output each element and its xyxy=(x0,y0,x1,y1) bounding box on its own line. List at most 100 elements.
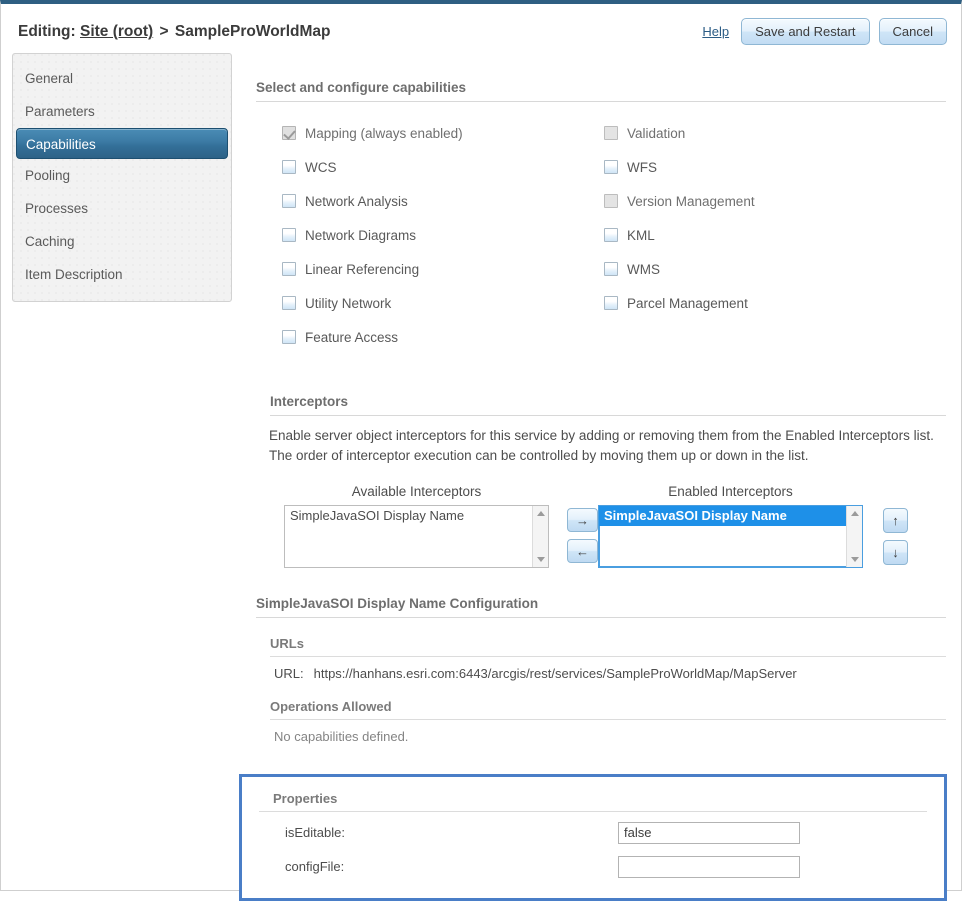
scroll-down-arrow-icon[interactable] xyxy=(537,557,545,562)
capability-label: WMS xyxy=(627,261,660,277)
urls-heading: URLs xyxy=(270,636,946,657)
interceptors-block: Interceptors Enable server object interc… xyxy=(256,394,946,568)
capability-mapping[interactable]: Mapping (always enabled) xyxy=(282,116,604,150)
capability-label: Parcel Management xyxy=(627,295,748,311)
capability-label: WFS xyxy=(627,159,657,175)
page-root: Editing: Site (root) > SampleProWorldMap… xyxy=(0,0,962,901)
property-label: configFile: xyxy=(285,859,345,874)
scroll-up-arrow-icon[interactable] xyxy=(537,511,545,516)
properties-heading: Properties xyxy=(259,791,927,812)
capability-parcel-management[interactable]: Parcel Management xyxy=(604,286,946,320)
capability-label: Network Analysis xyxy=(305,193,408,209)
scroll-down-arrow-icon[interactable] xyxy=(851,557,859,562)
list-item[interactable]: SimpleJavaSOI Display Name xyxy=(285,506,548,526)
sidebar-item-processes[interactable]: Processes xyxy=(13,192,231,225)
checkbox-parcel-management-icon[interactable] xyxy=(604,296,618,310)
configuration-section-title: SimpleJavaSOI Display Name Configuration xyxy=(256,596,946,618)
capability-label: Utility Network xyxy=(305,295,392,311)
sidebar-item-capabilities[interactable]: Capabilities xyxy=(16,128,228,159)
capabilities-grid: Mapping (always enabled) Validation WCS … xyxy=(256,116,946,354)
page-title: Editing: Site (root) > SampleProWorldMap xyxy=(18,23,330,41)
available-interceptors-caption: Available Interceptors xyxy=(351,484,482,499)
cancel-button[interactable]: Cancel xyxy=(878,18,947,45)
scroll-up-arrow-icon[interactable] xyxy=(851,511,859,516)
move-up-button[interactable]: ↑ xyxy=(883,508,908,533)
property-input-iseditable[interactable] xyxy=(618,821,800,844)
enabled-interceptors-listbox[interactable]: SimpleJavaSOI Display Name xyxy=(598,505,863,568)
urls-block: URLs URL: https://hanhans.esri.com:6443/… xyxy=(256,636,946,681)
checkbox-network-diagrams-icon[interactable] xyxy=(282,228,296,242)
capability-utility-network[interactable]: Utility Network xyxy=(282,286,604,320)
enabled-interceptors-column: Enabled Interceptors SimpleJavaSOI Displ… xyxy=(598,484,863,568)
property-label: isEditable: xyxy=(285,825,345,840)
save-and-restart-button[interactable]: Save and Restart xyxy=(741,18,870,45)
capability-linear-referencing[interactable]: Linear Referencing xyxy=(282,252,604,286)
capability-feature-access[interactable]: Feature Access xyxy=(282,320,604,354)
page-header: Editing: Site (root) > SampleProWorldMap… xyxy=(1,4,961,56)
properties-panel: Properties isEditable: configFile: xyxy=(239,774,947,901)
header-actions: Help Save and Restart Cancel xyxy=(702,18,947,45)
checkbox-linear-referencing-icon[interactable] xyxy=(282,262,296,276)
available-list-scrollbar[interactable] xyxy=(532,506,548,567)
capability-label: Validation xyxy=(627,125,686,141)
sidebar-item-pooling[interactable]: Pooling xyxy=(13,159,231,192)
capability-network-analysis[interactable]: Network Analysis xyxy=(282,184,604,218)
url-label: URL: xyxy=(274,666,304,681)
checkbox-mapping-icon xyxy=(282,126,296,140)
capability-label: Feature Access xyxy=(305,329,399,345)
sidebar-item-parameters[interactable]: Parameters xyxy=(13,95,231,128)
capability-label: WCS xyxy=(305,159,337,175)
property-row-configfile: configFile: xyxy=(259,853,927,880)
checkbox-feature-access-icon[interactable] xyxy=(282,330,296,344)
checkbox-version-management-icon xyxy=(604,194,618,208)
interceptors-transfer: Available Interceptors SimpleJavaSOI Dis… xyxy=(256,484,946,568)
capability-label: Version Management xyxy=(627,193,755,209)
remove-interceptor-button[interactable]: ← xyxy=(567,539,598,563)
checkbox-wcs-icon[interactable] xyxy=(282,160,296,174)
available-interceptors-column: Available Interceptors SimpleJavaSOI Dis… xyxy=(284,484,549,568)
capabilities-section-title: Select and configure capabilities xyxy=(256,80,946,102)
capability-wms[interactable]: WMS xyxy=(604,252,946,286)
capability-label: Network Diagrams xyxy=(305,227,417,243)
url-row: URL: https://hanhans.esri.com:6443/arcgi… xyxy=(270,666,946,681)
enabled-interceptors-caption: Enabled Interceptors xyxy=(668,484,793,499)
capability-wcs[interactable]: WCS xyxy=(282,150,604,184)
main-content: Select and configure capabilities Mappin… xyxy=(239,80,947,901)
capability-label: KML xyxy=(627,227,655,243)
available-interceptors-listbox[interactable]: SimpleJavaSOI Display Name xyxy=(284,505,549,568)
checkbox-kml-icon[interactable] xyxy=(604,228,618,242)
capability-network-diagrams[interactable]: Network Diagrams xyxy=(282,218,604,252)
capability-wfs[interactable]: WFS xyxy=(604,150,946,184)
sidebar-item-caching[interactable]: Caching xyxy=(13,225,231,258)
operations-allowed-heading: Operations Allowed xyxy=(270,699,946,720)
capability-kml[interactable]: KML xyxy=(604,218,946,252)
url-value: https://hanhans.esri.com:6443/arcgis/res… xyxy=(313,666,797,681)
sidebar-item-item-description[interactable]: Item Description xyxy=(13,258,231,291)
move-down-button[interactable]: ↓ xyxy=(883,540,908,565)
sidebar-nav: General Parameters Capabilities Pooling … xyxy=(12,53,232,302)
capability-label: Linear Referencing xyxy=(305,261,420,277)
add-interceptor-button[interactable]: → xyxy=(567,508,598,532)
checkbox-wfs-icon[interactable] xyxy=(604,160,618,174)
breadcrumb-site-root-link[interactable]: Site (root) xyxy=(80,23,153,40)
property-input-configfile[interactable] xyxy=(618,855,800,878)
capability-label: Mapping (always enabled) xyxy=(305,125,463,141)
reorder-buttons: ↑ ↓ xyxy=(883,508,908,565)
enabled-list-scrollbar[interactable] xyxy=(846,506,862,567)
checkbox-utility-network-icon[interactable] xyxy=(282,296,296,310)
transfer-buttons: → ← xyxy=(567,508,598,563)
sidebar-item-general[interactable]: General xyxy=(13,62,231,95)
capability-validation: Validation xyxy=(604,116,946,150)
help-link[interactable]: Help xyxy=(702,24,729,39)
capability-spacer xyxy=(604,320,946,354)
property-row-iseditable: isEditable: xyxy=(259,819,927,846)
operations-allowed-text: No capabilities defined. xyxy=(274,729,409,744)
checkbox-network-analysis-icon[interactable] xyxy=(282,194,296,208)
configuration-block: SimpleJavaSOI Display Name Configuration… xyxy=(256,596,946,744)
interceptors-description: Enable server object interceptors for th… xyxy=(269,428,934,463)
operations-allowed-block: Operations Allowed No capabilities defin… xyxy=(256,699,946,744)
checkbox-validation-icon xyxy=(604,126,618,140)
capability-version-management: Version Management xyxy=(604,184,946,218)
checkbox-wms-icon[interactable] xyxy=(604,262,618,276)
list-item[interactable]: SimpleJavaSOI Display Name xyxy=(599,506,862,526)
